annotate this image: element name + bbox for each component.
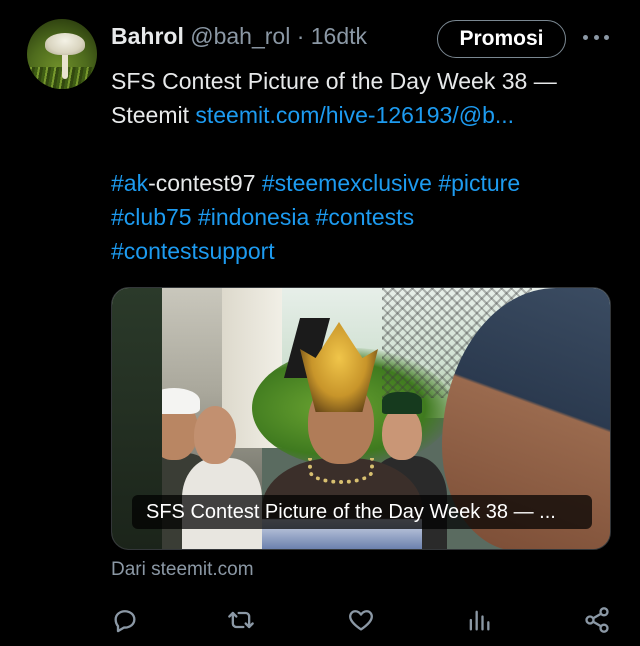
photo-person <box>382 392 422 414</box>
hashtag-link[interactable]: #contestsupport <box>111 238 275 264</box>
avatar[interactable] <box>27 19 97 89</box>
link-card[interactable]: SFS Contest Picture of the Day Week 38 —… <box>111 287 611 550</box>
reply-icon[interactable] <box>111 606 139 634</box>
more-options-icon[interactable] <box>583 30 609 44</box>
photo-necklace <box>308 458 374 484</box>
promo-button[interactable]: Promosi <box>437 20 566 58</box>
more-dot <box>583 34 588 40</box>
tweet-text: SFS Contest Picture of the Day Week 38 —… <box>111 64 611 268</box>
hashtag-link[interactable]: #indonesia <box>198 204 309 230</box>
hashtag-link[interactable]: #ak <box>111 170 148 196</box>
hashtag-part: #ak <box>111 170 149 196</box>
tweet-text-prefix: Steemit <box>111 102 196 128</box>
timestamp[interactable]: 16dtk <box>311 23 367 49</box>
author-handle[interactable]: @bah_rol <box>190 23 290 49</box>
tweet-link[interactable]: steemit.com/hive-126193/@b... <box>195 102 514 128</box>
hashtag-link[interactable]: #club75 <box>111 204 192 230</box>
retweet-icon[interactable] <box>227 606 255 634</box>
avatar-mushroom-stem <box>62 51 68 79</box>
header-separator: · <box>296 23 305 49</box>
photo-person <box>194 406 236 464</box>
hashtag-line: #club75 #indonesia #contests <box>111 200 611 234</box>
card-caption: SFS Contest Picture of the Day Week 38 —… <box>132 495 592 529</box>
action-bar <box>0 600 640 640</box>
tweet[interactable]: Bahrol @bah_rol · 16dtk Promosi SFS Cont… <box>0 0 640 646</box>
photo-person <box>382 406 422 460</box>
more-dot <box>593 34 599 40</box>
hashtag-plain: -contest97 <box>148 170 256 196</box>
like-icon[interactable] <box>347 606 375 634</box>
analytics-icon[interactable] <box>465 606 493 634</box>
author-name[interactable]: Bahrol <box>111 23 184 49</box>
more-dot <box>604 34 609 40</box>
hashtag-link[interactable]: #contests <box>316 204 414 230</box>
hashtag-line: #contestsupport <box>111 234 611 268</box>
hashtag-line: #ak-contest97 #steemexclusive #picture <box>111 166 611 200</box>
hashtag-link[interactable]: #steemexclusive <box>262 170 432 196</box>
tweet-header: Bahrol @bah_rol · 16dtk <box>111 22 367 50</box>
card-source[interactable]: Dari steemit.com <box>111 559 254 581</box>
tweet-text-line: Steemit steemit.com/hive-126193/@b... <box>111 98 611 132</box>
hashtag-link[interactable]: #picture <box>438 170 520 196</box>
share-icon[interactable] <box>583 606 611 634</box>
tweet-text-line: SFS Contest Picture of the Day Week 38 — <box>111 68 557 94</box>
avatar-mushroom-cap <box>45 33 85 55</box>
